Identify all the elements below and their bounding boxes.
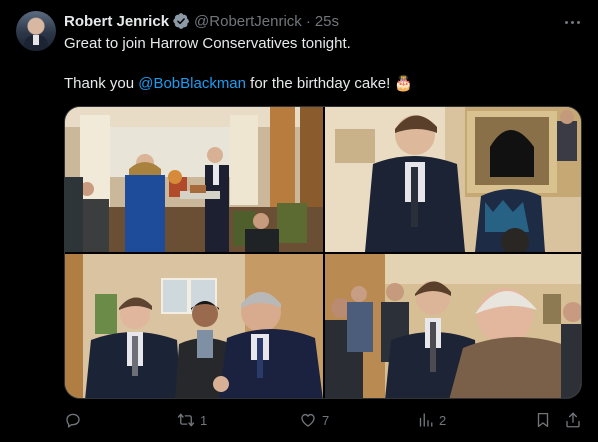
more-options-button[interactable] — [560, 10, 584, 34]
mention-link[interactable]: @BobBlackman — [138, 75, 246, 92]
more-dot-icon — [564, 20, 568, 24]
photo-conversation-smiling[interactable] — [325, 107, 581, 252]
separator-dot: · — [305, 12, 311, 30]
reply-button[interactable] — [64, 408, 87, 432]
author-name[interactable]: Robert Jenrick — [64, 13, 169, 30]
more-dot-icon — [570, 20, 574, 24]
reply-icon — [66, 413, 80, 428]
tweet-line-2: Thank you @BobBlackman for the birthday … — [64, 74, 584, 94]
share-button[interactable] — [564, 408, 582, 432]
repost-count: 1 — [200, 412, 208, 428]
like-count: 7 — [322, 412, 330, 428]
tweet-text: Great to join Harrow Conservatives tonig… — [64, 34, 584, 114]
heart-icon — [301, 413, 315, 427]
share-icon — [566, 412, 580, 428]
views-chart-icon — [419, 413, 433, 427]
photo-group-chat[interactable] — [65, 254, 323, 398]
photo-cake-presentation[interactable] — [65, 107, 323, 252]
like-button[interactable]: 7 — [299, 408, 329, 432]
tweet-cake-text: for the birthday cake! 🎂 — [246, 75, 414, 92]
tweet-thanks-text: Thank you — [64, 75, 139, 92]
views-count: 2 — [439, 412, 447, 428]
avatar-shirt — [33, 35, 39, 45]
tweet-line-1: Great to join Harrow Conservatives tonig… — [64, 35, 351, 52]
author-handle[interactable]: @RobertJenrick — [194, 13, 302, 30]
tweet-actions: 1 7 2 — [64, 408, 584, 432]
tweet-header: Robert Jenrick @RobertJenrick · 25s — [64, 11, 339, 31]
repost-icon — [177, 413, 195, 427]
verified-badge-icon[interactable] — [172, 12, 190, 30]
bookmark-button[interactable] — [534, 408, 552, 432]
repost-button[interactable]: 1 — [177, 408, 207, 432]
avatar[interactable] — [16, 11, 56, 51]
bookmark-icon — [537, 412, 549, 428]
views-button[interactable]: 2 — [416, 408, 446, 432]
photo-grid — [64, 106, 582, 399]
more-dot-icon — [576, 20, 580, 24]
tweet-timestamp[interactable]: 25s — [315, 13, 339, 30]
photo-elderly-guest[interactable] — [325, 254, 581, 398]
